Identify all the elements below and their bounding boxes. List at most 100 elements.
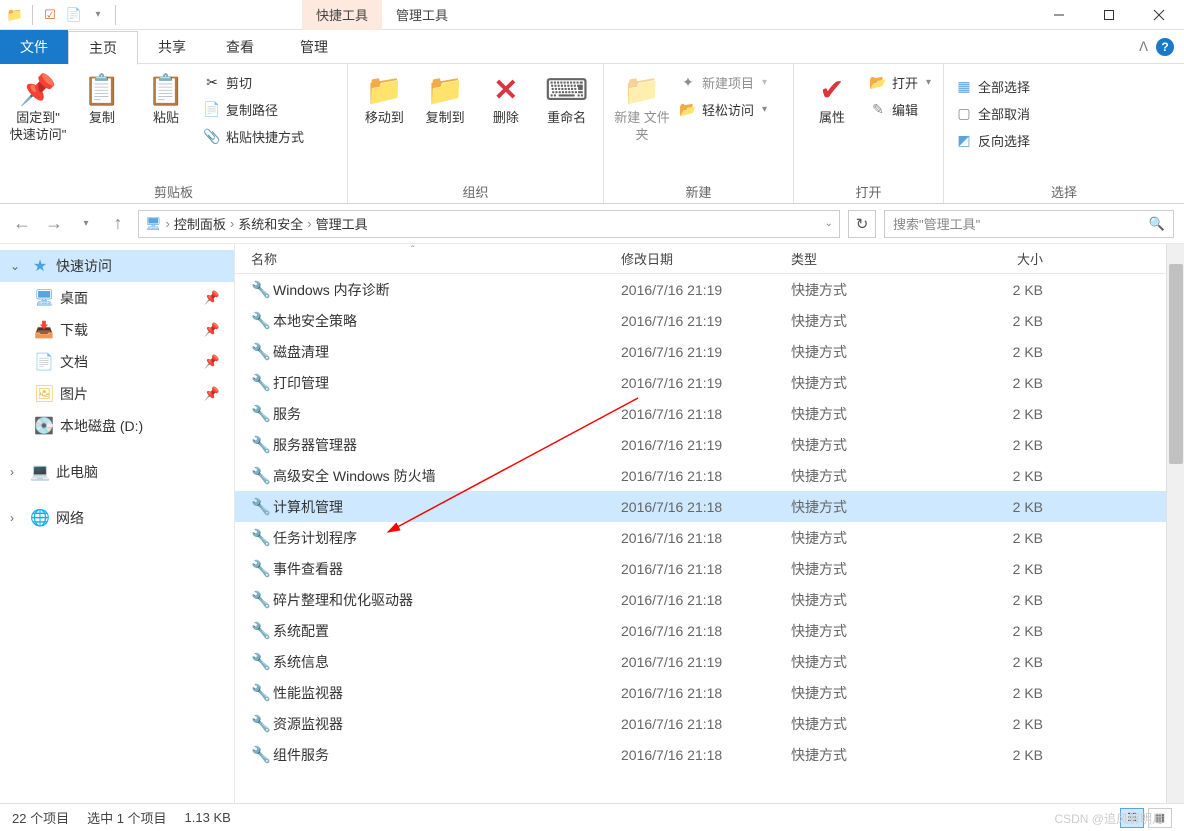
file-row[interactable]: 🔧性能监视器2016/7/16 21:18快捷方式2 KB xyxy=(235,677,1166,708)
shortcut-icon: 🔧 xyxy=(251,528,273,548)
select-all-button[interactable]: ▦ 全部选择 xyxy=(952,76,1034,97)
breadcrumb-dropdown-icon[interactable]: ⌄ xyxy=(825,218,833,229)
file-row[interactable]: 🔧系统信息2016/7/16 21:19快捷方式2 KB xyxy=(235,646,1166,677)
group-label-new: 新建 xyxy=(612,180,785,201)
file-type: 快捷方式 xyxy=(791,528,961,548)
file-row[interactable]: 🔧碎片整理和优化驱动器2016/7/16 21:18快捷方式2 KB xyxy=(235,584,1166,615)
new-folder-icon: 📁 xyxy=(624,72,660,108)
dropdown-chevron-icon[interactable]: ▾ xyxy=(89,6,107,24)
file-row[interactable]: 🔧Windows 内存诊断2016/7/16 21:19快捷方式2 KB xyxy=(235,274,1166,305)
status-bar: 22 个项目 选中 1 个项目 1.13 KB ☷ ▦ xyxy=(0,803,1184,831)
minimize-button[interactable] xyxy=(1034,0,1084,30)
chevron-right-icon[interactable]: › xyxy=(10,465,24,479)
help-icon[interactable]: ? xyxy=(1156,38,1174,56)
file-row[interactable]: 🔧打印管理2016/7/16 21:19快捷方式2 KB xyxy=(235,367,1166,398)
breadcrumb-item[interactable]: 管理工具 xyxy=(316,214,368,233)
nav-downloads[interactable]: 📥 下载 📌 xyxy=(0,314,234,346)
file-row[interactable]: 🔧服务2016/7/16 21:18快捷方式2 KB xyxy=(235,398,1166,429)
tab-manage[interactable]: 管理 xyxy=(280,30,348,64)
copy-button[interactable]: 📋 复制 xyxy=(72,68,132,131)
delete-button[interactable]: ✕ 删除 xyxy=(478,68,535,131)
file-list[interactable]: 名称 ˆ 修改日期 类型 大小 🔧Windows 内存诊断2016/7/16 2… xyxy=(235,244,1166,803)
refresh-button[interactable]: ↻ xyxy=(848,210,876,238)
invert-icon: ◩ xyxy=(956,133,972,149)
column-type[interactable]: 类型 xyxy=(791,249,961,268)
file-date: 2016/7/16 21:18 xyxy=(621,592,791,608)
column-date[interactable]: 修改日期 xyxy=(621,249,791,268)
back-button[interactable]: ← xyxy=(10,212,34,236)
file-row[interactable]: 🔧事件查看器2016/7/16 21:18快捷方式2 KB xyxy=(235,553,1166,584)
nav-desktop[interactable]: 🖥 桌面 📌 xyxy=(0,282,234,314)
forward-button[interactable]: → xyxy=(42,212,66,236)
tab-home[interactable]: 主页 xyxy=(68,31,138,65)
checkbox-icon[interactable]: ☑ xyxy=(41,6,59,24)
tab-share[interactable]: 共享 xyxy=(138,30,206,64)
context-tab-shortcut-tools[interactable]: 快捷工具 xyxy=(302,0,382,30)
up-button[interactable]: ↑ xyxy=(106,212,130,236)
easy-access-button[interactable]: 📂 轻松访问▾ xyxy=(676,99,771,120)
breadcrumb[interactable]: 🖥 › 控制面板 › 系统和安全 › 管理工具 ⌄ xyxy=(138,210,840,238)
group-label-select: 选择 xyxy=(952,180,1176,201)
paste-shortcut-button[interactable]: 📎 粘贴快捷方式 xyxy=(200,126,308,147)
context-tab-admin-tools[interactable]: 管理工具 xyxy=(382,0,462,30)
file-name: 任务计划程序 xyxy=(273,528,621,548)
column-name[interactable]: 名称 ˆ xyxy=(251,249,621,268)
file-row[interactable]: 🔧组件服务2016/7/16 21:18快捷方式2 KB xyxy=(235,739,1166,770)
paste-button[interactable]: 📋 粘贴 xyxy=(136,68,196,131)
paste-shortcut-icon: 📎 xyxy=(204,129,220,145)
deselect-all-button[interactable]: ▢ 全部取消 xyxy=(952,103,1034,124)
nav-local-disk-d[interactable]: 💽 本地磁盘 (D:) xyxy=(0,410,234,442)
file-row[interactable]: 🔧计算机管理2016/7/16 21:18快捷方式2 KB xyxy=(235,491,1166,522)
shortcut-icon: 🔧 xyxy=(251,559,273,579)
file-row[interactable]: 🔧磁盘清理2016/7/16 21:19快捷方式2 KB xyxy=(235,336,1166,367)
invert-selection-button[interactable]: ◩ 反向选择 xyxy=(952,130,1034,151)
nav-network[interactable]: › 🌐 网络 xyxy=(0,502,234,534)
chevron-down-icon[interactable]: ⌄ xyxy=(10,259,24,273)
breadcrumb-item[interactable]: 控制面板 xyxy=(174,214,226,233)
file-row[interactable]: 🔧任务计划程序2016/7/16 21:18快捷方式2 KB xyxy=(235,522,1166,553)
recent-dropdown[interactable]: ▾ xyxy=(74,212,98,236)
downloads-icon: 📥 xyxy=(34,320,54,340)
copy-path-button[interactable]: 📄 复制路径 xyxy=(200,99,308,120)
file-row[interactable]: 🔧资源监视器2016/7/16 21:18快捷方式2 KB xyxy=(235,708,1166,739)
nav-quick-access[interactable]: ⌄ ★ 快速访问 xyxy=(0,250,234,282)
file-row[interactable]: 🔧本地安全策略2016/7/16 21:19快捷方式2 KB xyxy=(235,305,1166,336)
tab-file[interactable]: 文件 xyxy=(0,30,68,64)
chevron-right-icon[interactable]: › xyxy=(10,511,24,525)
pin-to-quick-access-button[interactable]: 📌 固定到" 快速访问" xyxy=(8,68,68,148)
file-name: 服务器管理器 xyxy=(273,435,621,455)
cut-button[interactable]: ✂ 剪切 xyxy=(200,72,308,93)
documents-icon: 📄 xyxy=(34,352,54,372)
scrollbar[interactable] xyxy=(1166,244,1184,803)
folder-icon[interactable]: 📁 xyxy=(6,6,24,24)
nav-documents[interactable]: 📄 文档 📌 xyxy=(0,346,234,378)
new-item-button[interactable]: ✦ 新建项目▾ xyxy=(676,72,771,93)
breadcrumb-item[interactable]: 系统和安全 xyxy=(238,214,303,233)
nav-pictures[interactable]: 🖼 图片 📌 xyxy=(0,378,234,410)
copy-to-button[interactable]: 📁 复制到 xyxy=(417,68,474,131)
move-to-button[interactable]: 📁 移动到 xyxy=(356,68,413,131)
file-row[interactable]: 🔧系统配置2016/7/16 21:18快捷方式2 KB xyxy=(235,615,1166,646)
content-area: ⌄ ★ 快速访问 🖥 桌面 📌 📥 下载 📌 📄 文档 📌 🖼 图片 📌 💽 本… xyxy=(0,244,1184,803)
shortcut-icon: 🔧 xyxy=(251,342,273,362)
scrollbar-thumb[interactable] xyxy=(1169,264,1183,464)
open-button[interactable]: 📂 打开▾ xyxy=(866,72,935,93)
file-date: 2016/7/16 21:19 xyxy=(621,344,791,360)
tab-view[interactable]: 查看 xyxy=(206,30,274,64)
properties-button[interactable]: ✔ 属性 xyxy=(802,68,862,131)
maximize-button[interactable] xyxy=(1084,0,1134,30)
nav-this-pc[interactable]: › 💻 此电脑 xyxy=(0,456,234,488)
document-icon[interactable]: 📄 xyxy=(65,6,83,24)
file-name: 系统配置 xyxy=(273,621,621,641)
column-size[interactable]: 大小 xyxy=(961,249,1061,268)
collapse-ribbon-icon[interactable]: ᐱ xyxy=(1139,39,1148,55)
rename-button[interactable]: ⌨ 重命名 xyxy=(538,68,595,131)
file-row[interactable]: 🔧高级安全 Windows 防火墙2016/7/16 21:18快捷方式2 KB xyxy=(235,460,1166,491)
file-name: 资源监视器 xyxy=(273,714,621,734)
file-row[interactable]: 🔧服务器管理器2016/7/16 21:19快捷方式2 KB xyxy=(235,429,1166,460)
close-button[interactable] xyxy=(1134,0,1184,30)
edit-button[interactable]: ✎ 编辑 xyxy=(866,99,935,120)
new-folder-button[interactable]: 📁 新建 文件夹 xyxy=(612,68,672,148)
search-input[interactable]: 搜索"管理工具" 🔍 xyxy=(884,210,1174,238)
file-name: 本地安全策略 xyxy=(273,311,621,331)
